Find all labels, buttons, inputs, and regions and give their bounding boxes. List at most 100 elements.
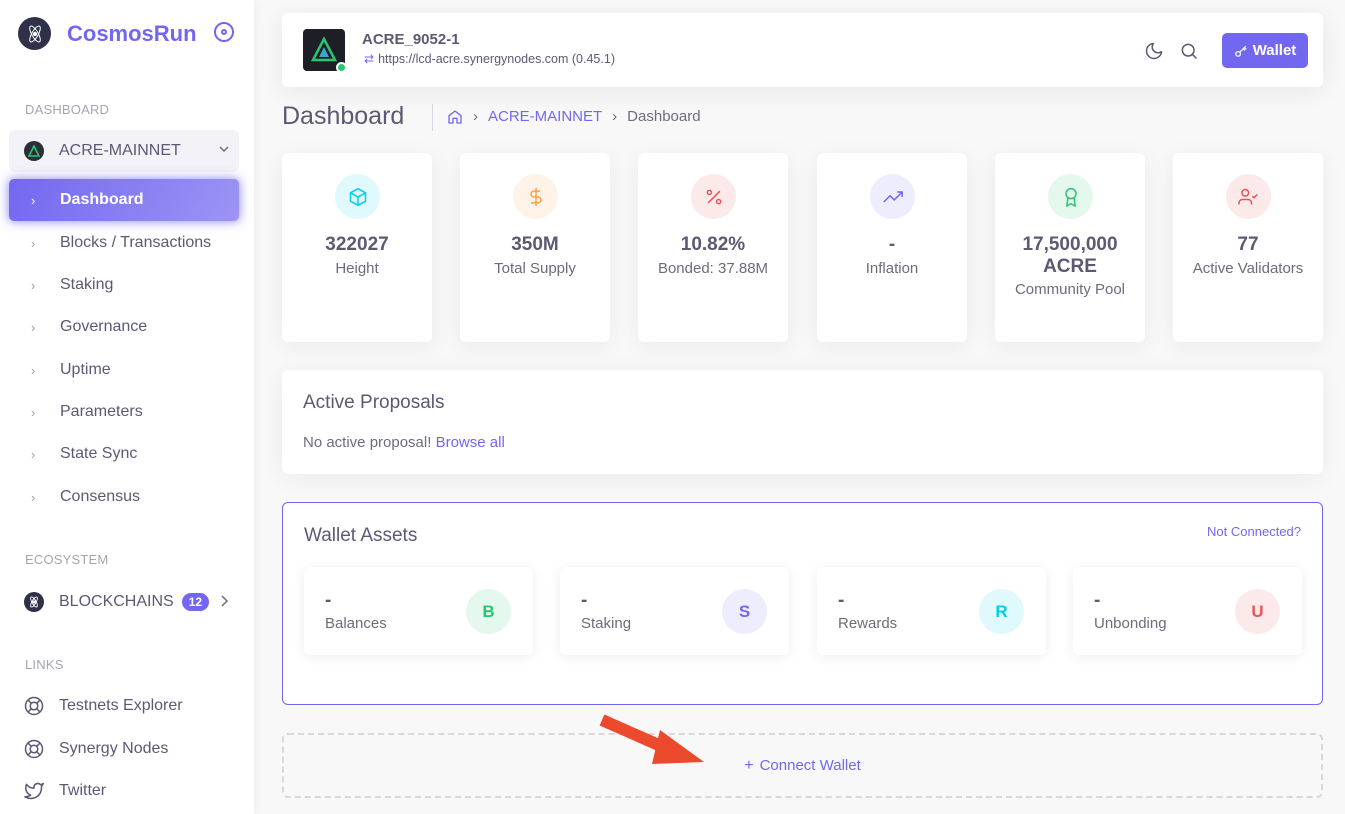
- stat-card-active-validators: 77 Active Validators: [1173, 153, 1323, 342]
- lifebuoy-icon: [24, 696, 44, 716]
- sidebar-item-state-sync[interactable]: › State Sync: [9, 433, 239, 475]
- acre-logo-icon: [24, 141, 44, 161]
- sidebar-item-label: Uptime: [60, 361, 111, 378]
- chevron-right-icon: ›: [31, 277, 36, 293]
- sidebar-item-consensus[interactable]: › Consensus: [9, 476, 239, 518]
- cube-icon: [335, 174, 380, 219]
- proposals-message: No active proposal! Browse all: [303, 434, 505, 451]
- rpc-url: https://lcd-acre.synergynodes.com (0.45.…: [378, 52, 615, 66]
- stat-card-community-pool: 17,500,000 ACRE Community Pool: [995, 153, 1145, 342]
- stat-card-inflation: - Inflation: [817, 153, 967, 342]
- asset-label: Rewards: [838, 615, 898, 632]
- stat-label: Community Pool: [1014, 281, 1126, 298]
- active-proposals-card: Active Proposals No active proposal! Bro…: [282, 370, 1323, 474]
- sidebar-item-label: Governance: [60, 318, 148, 335]
- moon-icon[interactable]: [1144, 41, 1164, 61]
- stat-label: Total Supply: [494, 260, 576, 277]
- stat-value: 17,500,000 ACRE: [1022, 234, 1118, 277]
- stat-label: Inflation: [865, 260, 919, 277]
- stat-value: 350M: [511, 234, 559, 255]
- chain-group-acre-mainnet[interactable]: ACRE-MAINNET: [9, 130, 239, 172]
- chevron-right-icon: ›: [31, 446, 36, 462]
- chevron-right-icon: ›: [31, 192, 36, 208]
- brand-name: CosmosRun: [67, 20, 197, 46]
- stat-value: 10.82%: [680, 234, 746, 255]
- wallet-button-label: Wallet: [1252, 42, 1297, 59]
- asset-balances: - Balances B: [304, 567, 533, 655]
- section-header-ecosystem: ECOSYSTEM: [25, 552, 109, 567]
- breadcrumb-separator: ›: [612, 108, 618, 125]
- asset-letter-avatar: R: [979, 589, 1024, 634]
- trending-up-icon: [870, 174, 915, 219]
- link-label: Synergy Nodes: [59, 740, 169, 757]
- cosmos-logo-icon: [18, 17, 51, 50]
- sidebar-toggle-icon[interactable]: [214, 22, 234, 42]
- lifebuoy-icon: [24, 739, 44, 759]
- chevron-right-icon: [221, 595, 229, 607]
- card-title: Active Proposals: [303, 392, 445, 413]
- link-twitter[interactable]: Twitter: [24, 779, 239, 803]
- sidebar-item-parameters[interactable]: › Parameters: [9, 391, 239, 433]
- not-connected-link[interactable]: Not Connected?: [1207, 524, 1301, 539]
- connect-wallet-label: Connect Wallet: [759, 757, 861, 774]
- sidebar-item-label: BLOCKCHAINS: [59, 593, 174, 610]
- asset-label: Balances: [325, 615, 387, 632]
- chevron-right-icon: ›: [31, 235, 36, 251]
- asset-value: -: [838, 590, 845, 611]
- search-icon[interactable]: [1179, 41, 1199, 61]
- acre-logo-icon: [310, 36, 338, 62]
- asset-label: Staking: [581, 615, 632, 632]
- wallet-button[interactable]: Wallet: [1222, 33, 1308, 68]
- top-navbar: ACRE_9052-1 ⇄ https://lcd-acre.synergyno…: [282, 13, 1323, 87]
- stat-card-height: 322027 Height: [282, 153, 432, 342]
- link-testnets-explorer[interactable]: Testnets Explorer: [24, 694, 239, 718]
- asset-unbonding: - Unbonding U: [1073, 567, 1302, 655]
- stat-card-bonded: 10.82% Bonded: 37.88M: [638, 153, 788, 342]
- section-header-links: LINKS: [25, 657, 64, 672]
- connect-wallet-button[interactable]: + Connect Wallet: [282, 733, 1323, 798]
- asset-value: -: [325, 590, 332, 611]
- breadcrumb-divider: [432, 104, 433, 131]
- asset-rewards: - Rewards R: [817, 567, 1046, 655]
- count-badge: 12: [181, 593, 210, 611]
- sidebar-item-dashboard[interactable]: › Dashboard: [9, 179, 239, 221]
- stat-label: Height: [335, 260, 379, 277]
- stat-card-total-supply: 350M Total Supply: [460, 153, 610, 342]
- browse-all-link[interactable]: Browse all: [436, 434, 505, 451]
- home-icon[interactable]: [447, 109, 463, 125]
- award-icon: [1048, 174, 1093, 219]
- chevron-right-icon: ›: [31, 319, 36, 335]
- rpc-endpoint[interactable]: ⇄ https://lcd-acre.synergynodes.com (0.4…: [364, 52, 615, 66]
- link-label: Twitter: [59, 782, 107, 799]
- sidebar-item-uptime[interactable]: › Uptime: [9, 349, 239, 391]
- chain-avatar: [303, 29, 347, 73]
- sidebar-item-blocks[interactable]: › Blocks / Transactions: [9, 222, 239, 264]
- dollar-icon: [513, 174, 558, 219]
- link-label: Testnets Explorer: [59, 697, 183, 714]
- sidebar-item-label: Dashboard: [60, 191, 144, 208]
- brand[interactable]: CosmosRun: [18, 17, 197, 50]
- asset-value: -: [581, 590, 588, 611]
- percent-icon: [691, 174, 736, 219]
- breadcrumb-current: Dashboard: [627, 108, 701, 125]
- breadcrumb-chain-link[interactable]: ACRE-MAINNET: [488, 108, 602, 125]
- sidebar: CosmosRun DASHBOARD ACRE-MAINNET › Dashb…: [0, 0, 254, 814]
- annotation-arrow-icon: [599, 714, 704, 764]
- asset-label: Unbonding: [1094, 615, 1167, 632]
- stat-value: -: [888, 234, 896, 255]
- link-synergy-nodes[interactable]: Synergy Nodes: [24, 737, 239, 761]
- sidebar-item-governance[interactable]: › Governance: [9, 306, 239, 348]
- asset-staking: - Staking S: [560, 567, 789, 655]
- sidebar-item-blockchains[interactable]: BLOCKCHAINS 12: [24, 590, 239, 614]
- chevron-down-icon: [219, 146, 229, 153]
- chevron-right-icon: ›: [31, 404, 36, 420]
- sidebar-item-staking[interactable]: › Staking: [9, 264, 239, 306]
- stat-label: Bonded: 37.88M: [657, 260, 769, 277]
- sidebar-item-label: State Sync: [60, 445, 138, 462]
- asset-value: -: [1094, 590, 1101, 611]
- asset-letter-avatar: U: [1235, 589, 1280, 634]
- page-title: Dashboard: [282, 102, 405, 130]
- chevron-right-icon: ›: [31, 489, 36, 505]
- sidebar-item-label: Staking: [60, 276, 114, 293]
- key-icon: [1234, 45, 1247, 57]
